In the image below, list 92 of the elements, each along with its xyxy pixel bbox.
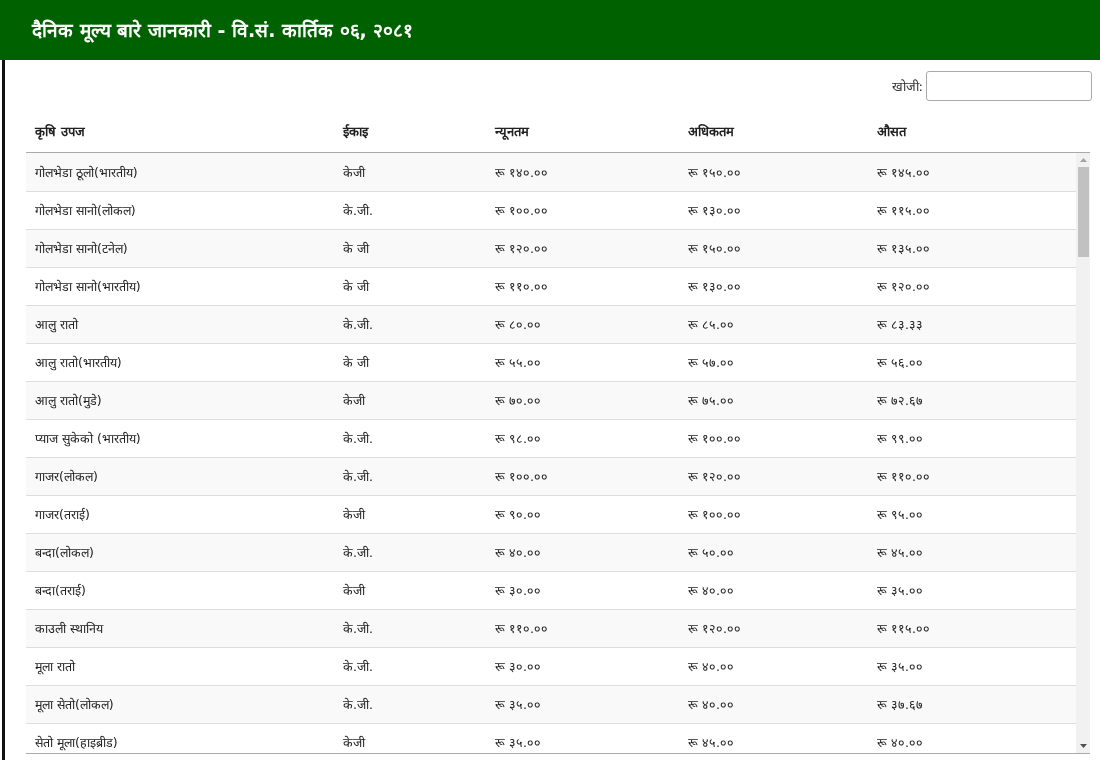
table-cell-text: आलु रातो	[34, 316, 80, 333]
scroll-up-arrow-icon[interactable]	[1079, 158, 1087, 162]
table-cell-text: मूला रातो	[34, 658, 77, 675]
column-header[interactable]: औसत	[868, 122, 1068, 140]
table-cell-text: के जी	[342, 240, 371, 257]
table-cell-text: रू ७५.००	[687, 392, 735, 409]
table-cell-text: रू ११५.००	[876, 202, 931, 219]
table-cell-text: के जी	[342, 278, 371, 295]
table-cell-text: रू ९८.००	[494, 430, 542, 447]
table-cell-text: रू ४०.००	[494, 544, 542, 561]
scrollbar[interactable]	[1076, 153, 1090, 753]
table-cell-text: रू ४०.००	[687, 658, 735, 675]
search-label: खोजी:	[891, 78, 923, 95]
table-cell-text: रू ९०.००	[494, 506, 542, 523]
scroll-down-arrow-icon[interactable]	[1079, 744, 1087, 748]
table-cell-text: काउली स्थानिय	[34, 620, 105, 637]
table-cell-text: रू ४०.००	[687, 696, 735, 713]
table-cell-text: रू ११०.००	[494, 620, 549, 637]
table-cell-text: रू १५०.००	[687, 240, 742, 257]
table-cell-text: आलु रातो(भारतीय)	[34, 354, 123, 371]
column-header[interactable]: ईकाइ	[334, 122, 486, 140]
table-cell-text: रू १४५.००	[876, 163, 931, 181]
table-cell-text: के.जी.	[342, 544, 374, 561]
table-cell-text: रू १४०.००	[494, 163, 549, 181]
table-cell-text: रू ११५.००	[876, 620, 931, 637]
table-cell-text: केजी	[342, 163, 367, 181]
table-cell-text: के.जी.	[342, 468, 374, 485]
table-cell-text: रू ७०.००	[494, 392, 542, 409]
table-cell-text: रू १३०.००	[687, 278, 742, 295]
table-cell-text: केजी	[342, 734, 367, 751]
table-cell-text: के.जी.	[342, 430, 374, 447]
table-cell-text: रू ५५.००	[494, 354, 542, 371]
table-cell-text: बन्दा(लोकल)	[34, 544, 95, 561]
table-cell-text: रू ३७.६७	[876, 696, 924, 713]
table-cell-text: के.जी.	[342, 620, 374, 637]
table-cell-text: रू ३५.००	[876, 582, 924, 599]
table-cell-text: आलु रातो(मुडे)	[34, 392, 103, 409]
table-cell-text: मूला सेतो(लोकल)	[34, 696, 115, 713]
table-cell-text: रू ३५.००	[876, 658, 924, 675]
table-cell-text: के.जी.	[342, 696, 374, 713]
table-cell-text: रू १००.००	[687, 506, 742, 523]
table-cell-text: रू १००.००	[494, 202, 549, 219]
table-cell-text: रू ११०.००	[494, 278, 549, 295]
table-cell-text: रू १००.००	[494, 468, 549, 485]
column-header[interactable]: कृषि उपज	[26, 122, 334, 140]
table-cell-text: रू ४०.००	[876, 734, 924, 751]
table-cell-text: रू १००.००	[687, 430, 742, 447]
table-cell-text: गाजर(तराई)	[34, 506, 91, 523]
table-cell-text: रू ८३.३३	[876, 316, 924, 333]
table-cell-text: रू ४५.००	[687, 734, 735, 751]
table-cell-text: सेतो मूला(हाइब्रीड)	[34, 734, 119, 751]
table-cell-text: के.जी.	[342, 658, 374, 675]
table-cell-text: के.जी.	[342, 202, 374, 219]
table-cell-text: रू १३५.००	[876, 240, 931, 257]
table-cell-text: गोलभेडा सानो(लोकल)	[34, 202, 137, 219]
table-cell-text: रू १२०.००	[687, 620, 742, 637]
table-cell-text: रू १२०.००	[876, 278, 931, 295]
scrollbar-thumb[interactable]	[1077, 167, 1089, 257]
column-header[interactable]: न्यूनतम	[486, 122, 679, 140]
table-cell-text: रू ७२.६७	[876, 392, 924, 409]
table-cell-text: केजी	[342, 506, 367, 523]
table-cell-text: रू ३५.००	[494, 734, 542, 751]
table-cell-text: रू १३०.००	[687, 202, 742, 219]
table-cell-text: रू ११०.००	[876, 468, 931, 485]
table-cell-text: गोलभेडा ठूलो(भारतीय)	[34, 163, 139, 181]
table-cell-text: रू ९५.००	[876, 506, 924, 523]
table-cell-text: प्याज सुकेको (भारतीय)	[34, 430, 142, 447]
table-cell-text: रू १२०.००	[494, 240, 549, 257]
table-cell-text: रू ५६.००	[876, 354, 924, 371]
column-header[interactable]: अधिकतम	[679, 122, 868, 140]
table-cell-text: रू ४०.००	[687, 582, 735, 599]
table-cell-text: गाजर(लोकल)	[34, 468, 99, 485]
search-field[interactable]	[926, 71, 1092, 101]
table-cell-text: रू १५०.००	[687, 163, 742, 181]
page-title: दैनिक मूल्य बारे जानकारी - वि.सं. कार्तिक ०६, २०८१	[32, 18, 414, 43]
table-cell-text: रू ३५.००	[494, 696, 542, 713]
table-cell-text: रू ५७.००	[687, 354, 735, 371]
table-cell-text: के.जी.	[342, 316, 374, 333]
table-cell-text: बन्दा(तराई)	[34, 582, 87, 599]
table-cell-text: रू ३०.००	[494, 658, 542, 675]
table-cell-text: गोलभेडा सानो(टनेल)	[34, 240, 129, 257]
table-cell-text: रू ४५.००	[876, 544, 924, 561]
table-cell-text: रू ८५.००	[687, 316, 735, 333]
table-cell-text: रू ८०.००	[494, 316, 542, 333]
table-cell-text: गोलभेडा सानो(भारतीय)	[34, 278, 142, 295]
table-cell-text: केजी	[342, 392, 367, 409]
table-cell-text: रू ३०.००	[494, 582, 542, 599]
table-cell-text: केजी	[342, 582, 367, 599]
table-cell-text: रू १२०.००	[687, 468, 742, 485]
table-cell-text: के जी	[342, 354, 371, 371]
table-cell-text: रू ५०.००	[687, 544, 735, 561]
table-cell-text: रू ९९.००	[876, 430, 924, 447]
